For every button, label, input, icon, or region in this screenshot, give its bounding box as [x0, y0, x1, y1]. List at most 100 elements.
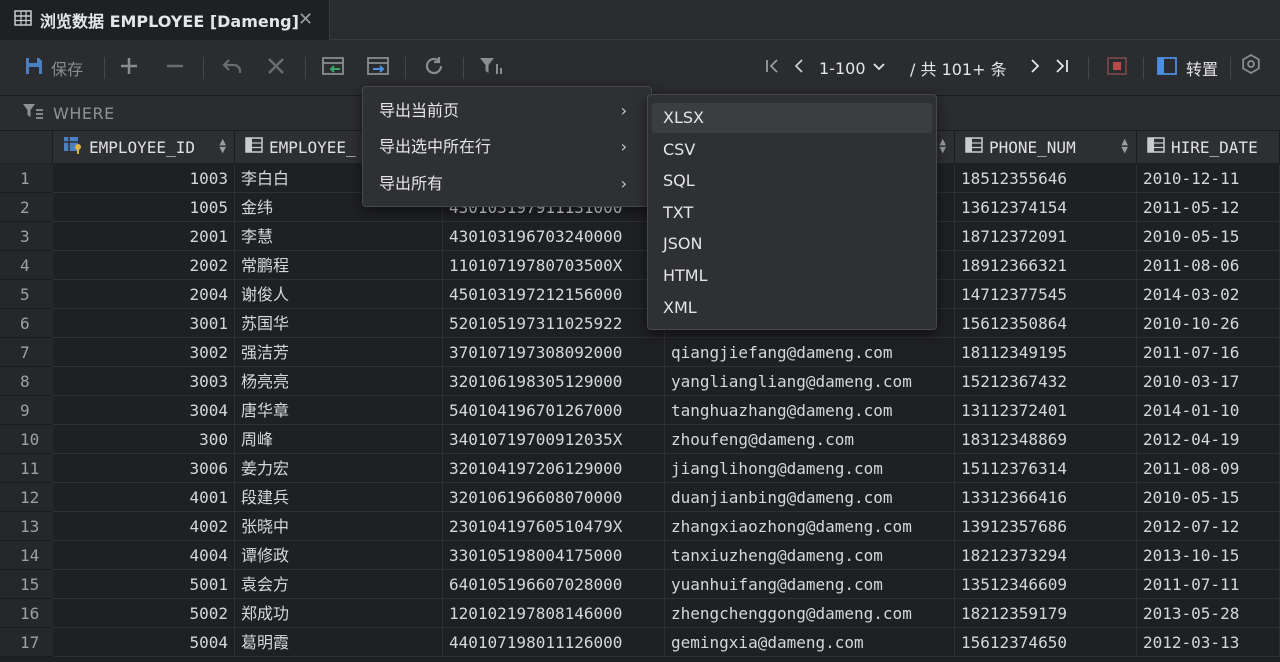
cell-hire-date[interactable]: 2014-01-10 — [1137, 396, 1280, 425]
row-number[interactable]: 15 — [0, 570, 53, 599]
cell-hire-date[interactable]: 2012-04-19 — [1137, 425, 1280, 454]
cell-employee-name[interactable]: 袁会方 — [235, 570, 443, 599]
cell-phone-num[interactable]: 15612374650 — [955, 628, 1137, 657]
format-item-csv[interactable]: CSV — [652, 135, 932, 165]
cell-phone-num[interactable]: 13912357686 — [955, 512, 1137, 541]
cell-phone-num[interactable]: 18712372091 — [955, 222, 1137, 251]
row-number[interactable]: 1 — [0, 164, 53, 193]
sort-icon[interactable]: ▲ ▼ — [219, 136, 226, 155]
cell-phone-num[interactable]: 13312366416 — [955, 483, 1137, 512]
cell-hire-date[interactable]: 2011-08-09 — [1137, 454, 1280, 483]
cell-employee-name[interactable]: 李慧 — [235, 222, 443, 251]
cell-employee-id[interactable]: 4004 — [53, 541, 235, 570]
row-number[interactable]: 11 — [0, 454, 53, 483]
row-number[interactable]: 8 — [0, 367, 53, 396]
cell-identity-card[interactable]: 120102197808146000 — [443, 599, 665, 628]
cell-hire-date[interactable]: 2012-03-13 — [1137, 628, 1280, 657]
row-number[interactable]: 17 — [0, 628, 53, 657]
save-button[interactable]: 保存 — [24, 55, 83, 81]
page-range-select[interactable]: 1-100 — [819, 55, 886, 81]
cell-employee-name[interactable]: 谭修政 — [235, 541, 443, 570]
cell-hire-date[interactable]: 2010-10-26 — [1137, 309, 1280, 338]
cell-phone-num[interactable]: 15112376314 — [955, 454, 1137, 483]
cell-hire-date[interactable]: 2010-05-15 — [1137, 483, 1280, 512]
transpose-button[interactable]: 转置 — [1157, 55, 1218, 81]
cell-phone-num[interactable]: 18212373294 — [955, 541, 1137, 570]
cell-phone-num[interactable]: 13512346609 — [955, 570, 1137, 599]
row-number[interactable]: 2 — [0, 193, 53, 222]
cell-email[interactable]: zhoufeng@dameng.com — [665, 425, 955, 454]
cell-employee-id[interactable]: 2004 — [53, 280, 235, 309]
column-header-hire-date[interactable]: HIRE_DATE — [1137, 131, 1280, 163]
cell-phone-num[interactable]: 18512355646 — [955, 164, 1137, 193]
cell-employee-name[interactable]: 周峰 — [235, 425, 443, 454]
format-item-txt[interactable]: TXT — [652, 198, 932, 228]
format-item-html[interactable]: HTML — [652, 261, 932, 291]
undo-button[interactable] — [221, 55, 243, 81]
cell-employee-name[interactable]: 张晓中 — [235, 512, 443, 541]
row-number[interactable]: 9 — [0, 396, 53, 425]
cell-employee-name[interactable]: 姜力宏 — [235, 454, 443, 483]
cell-hire-date[interactable]: 2010-12-11 — [1137, 164, 1280, 193]
cell-phone-num[interactable]: 15612350864 — [955, 309, 1137, 338]
cell-identity-card[interactable]: 23010419760510479X — [443, 512, 665, 541]
row-number[interactable]: 5 — [0, 280, 53, 309]
row-number[interactable]: 10 — [0, 425, 53, 454]
column-header-employee-id[interactable]: EMPLOYEE_ID ▲ ▼ — [53, 131, 235, 163]
cell-employee-id[interactable]: 3001 — [53, 309, 235, 338]
cell-email[interactable]: zhengchenggong@dameng.com — [665, 599, 955, 628]
format-item-json[interactable]: JSON — [652, 229, 932, 259]
format-item-xml[interactable]: XML — [652, 293, 932, 323]
cell-employee-id[interactable]: 1003 — [53, 164, 235, 193]
cell-email[interactable]: yuanhuifang@dameng.com — [665, 570, 955, 599]
stop-button[interactable] — [1107, 55, 1127, 81]
where-filter-input[interactable]: WHERE — [22, 102, 115, 124]
cell-hire-date[interactable]: 2011-07-16 — [1137, 338, 1280, 367]
cell-hire-date[interactable]: 2012-07-12 — [1137, 512, 1280, 541]
row-number[interactable]: 6 — [0, 309, 53, 338]
cell-phone-num[interactable]: 15212367432 — [955, 367, 1137, 396]
row-number[interactable]: 4 — [0, 251, 53, 280]
last-page-button[interactable] — [1054, 55, 1070, 81]
cell-email[interactable]: gemingxia@dameng.com — [665, 628, 955, 657]
cell-employee-name[interactable]: 强洁芳 — [235, 338, 443, 367]
row-number[interactable]: 16 — [0, 599, 53, 628]
cell-employee-name[interactable]: 葛明霞 — [235, 628, 443, 657]
cell-hire-date[interactable]: 2013-05-28 — [1137, 599, 1280, 628]
close-icon[interactable]: ✕ — [298, 9, 313, 30]
add-row-button[interactable] — [119, 55, 139, 81]
cell-employee-id[interactable]: 3004 — [53, 396, 235, 425]
cell-email[interactable]: tanxiuzheng@dameng.com — [665, 541, 955, 570]
cell-identity-card[interactable]: 330105198004175000 — [443, 541, 665, 570]
row-number[interactable]: 7 — [0, 338, 53, 367]
cell-phone-num[interactable]: 14712377545 — [955, 280, 1137, 309]
cell-hire-date[interactable]: 2010-03-17 — [1137, 367, 1280, 396]
row-number[interactable]: 13 — [0, 512, 53, 541]
cell-hire-date[interactable]: 2011-05-12 — [1137, 193, 1280, 222]
cell-identity-card[interactable]: 640105196607028000 — [443, 570, 665, 599]
first-page-button[interactable] — [764, 55, 780, 81]
cell-employee-name[interactable]: 段建兵 — [235, 483, 443, 512]
cell-hire-date[interactable]: 2014-03-02 — [1137, 280, 1280, 309]
cell-hire-date[interactable]: 2010-05-15 — [1137, 222, 1280, 251]
menu-item-export-selected-rows[interactable]: 导出选中所在行 › — [363, 129, 651, 165]
cell-phone-num[interactable]: 13612374154 — [955, 193, 1137, 222]
cell-hire-date[interactable]: 2011-07-11 — [1137, 570, 1280, 599]
cell-employee-id[interactable]: 1005 — [53, 193, 235, 222]
cell-identity-card[interactable]: 520105197311025922 — [443, 309, 665, 338]
cell-email[interactable]: zhangxiaozhong@dameng.com — [665, 512, 955, 541]
cell-phone-num[interactable]: 18212359179 — [955, 599, 1137, 628]
menu-item-export-current-page[interactable]: 导出当前页 › — [363, 93, 651, 129]
cell-identity-card[interactable]: 450103197212156000 — [443, 280, 665, 309]
cell-employee-id[interactable]: 5002 — [53, 599, 235, 628]
cell-employee-name[interactable]: 谢俊人 — [235, 280, 443, 309]
settings-button[interactable] — [1240, 53, 1262, 79]
cell-hire-date[interactable]: 2013-10-15 — [1137, 541, 1280, 570]
cell-employee-id[interactable]: 300 — [53, 425, 235, 454]
cell-identity-card[interactable]: 370107197308092000 — [443, 338, 665, 367]
format-item-xlsx[interactable]: XLSX — [652, 103, 932, 133]
refresh-button[interactable] — [423, 55, 445, 81]
cell-employee-id[interactable]: 5001 — [53, 570, 235, 599]
cell-identity-card[interactable]: 540104196701267000 — [443, 396, 665, 425]
menu-item-export-all[interactable]: 导出所有 › — [363, 166, 651, 202]
